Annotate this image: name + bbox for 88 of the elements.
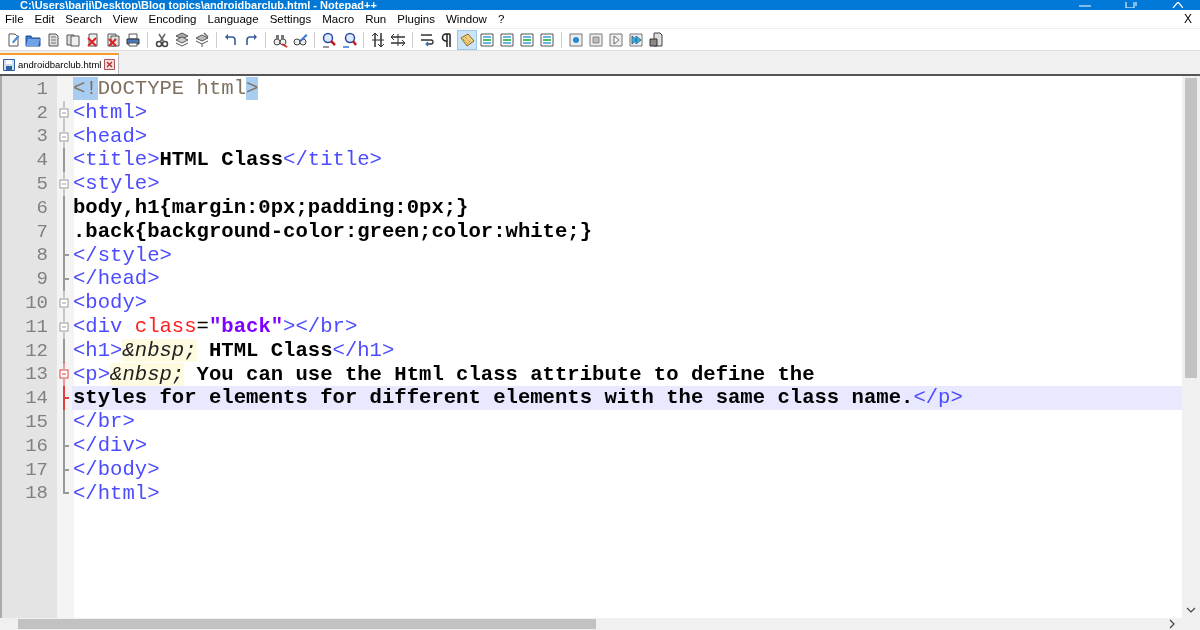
line-number: 15 xyxy=(24,411,49,434)
code-line: </div> xyxy=(72,433,149,458)
line-number: 11 xyxy=(24,315,49,338)
code-line: <html> xyxy=(72,100,149,125)
code-line: <head> xyxy=(72,124,149,149)
documents-icon xyxy=(65,31,81,48)
line-number: 2 xyxy=(35,101,49,124)
line-number: 8 xyxy=(35,244,49,267)
toolbar-button[interactable] xyxy=(646,29,666,50)
menu-item[interactable]: Encoding xyxy=(148,13,197,25)
line-number: 9 xyxy=(35,268,49,291)
indent-guide-icon xyxy=(459,31,475,48)
close-document-button[interactable]: X xyxy=(1184,12,1192,26)
play-icon xyxy=(608,31,624,48)
code-line: <p>&nbsp; You can use the Html class attribute to define the xyxy=(72,362,816,387)
code-line: </head> xyxy=(72,267,161,292)
code-line: <h1>&nbsp; HTML Class</h1> xyxy=(72,338,396,363)
code-line: <style> xyxy=(72,172,161,196)
macro-disk-icon xyxy=(648,31,664,48)
line-number: 4 xyxy=(35,149,49,172)
scroll-right-icon[interactable] xyxy=(1168,619,1176,629)
menu-item[interactable]: ? xyxy=(497,13,505,25)
new-document-icon xyxy=(5,31,21,48)
panel-icon xyxy=(519,31,535,48)
record-icon xyxy=(568,31,584,48)
binoculars-pencil-icon xyxy=(292,31,308,48)
menu-item[interactable]: Run xyxy=(365,13,387,25)
fold-toggle-icon[interactable] xyxy=(57,314,70,339)
code-line: <div class="back"></br> xyxy=(72,314,359,339)
minimize-icon[interactable] xyxy=(1079,4,1091,8)
line-number: 13 xyxy=(24,363,49,386)
menu-item[interactable]: Plugins xyxy=(397,13,435,25)
menu-item[interactable]: Window xyxy=(446,13,487,25)
code-line: <body> xyxy=(72,291,149,315)
vertical-scrollbar[interactable] xyxy=(1182,76,1200,618)
fold-toggle-icon[interactable] xyxy=(57,362,70,387)
fold-toggle-icon[interactable] xyxy=(57,291,70,316)
menu-item[interactable]: View xyxy=(112,13,138,25)
line-number: 12 xyxy=(24,339,49,362)
line-number: 16 xyxy=(24,434,49,457)
fold-toggle-icon[interactable] xyxy=(57,100,70,125)
line-number: 6 xyxy=(35,196,49,219)
panel-icon xyxy=(539,31,555,48)
panel-icon xyxy=(499,31,515,48)
menu-item[interactable]: Search xyxy=(65,13,102,25)
scrollbar-thumb[interactable] xyxy=(18,619,596,629)
fold-toggle-icon[interactable] xyxy=(57,172,70,197)
line-number: 1 xyxy=(35,77,49,100)
zoom-in-icon xyxy=(321,31,337,48)
code-line: .back{background-color:green;color:white;} xyxy=(72,219,594,244)
code-line: </html> xyxy=(72,481,161,506)
menu-item[interactable]: Edit xyxy=(34,13,55,25)
code-line: </body> xyxy=(72,457,161,482)
fold-toggle-icon[interactable] xyxy=(57,124,70,149)
line-number: 17 xyxy=(24,458,49,481)
horizontal-arrows-icon xyxy=(390,31,406,48)
line-number: 3 xyxy=(35,125,49,148)
menu-item[interactable]: Language xyxy=(207,13,259,25)
close-documents-icon xyxy=(105,31,121,48)
line-number: 10 xyxy=(24,292,49,315)
code-line: </style> xyxy=(72,243,173,268)
printer-icon xyxy=(125,31,141,48)
vertical-arrows-icon xyxy=(370,31,386,48)
panel-icon xyxy=(479,31,495,48)
scrollbar-thumb[interactable] xyxy=(1185,78,1197,378)
line-number: 5 xyxy=(35,173,49,196)
close-document-icon xyxy=(85,31,101,48)
restore-icon[interactable] xyxy=(1125,2,1137,8)
line-number: 7 xyxy=(35,220,49,243)
stop-icon xyxy=(588,31,604,48)
menu-item[interactable]: File xyxy=(5,13,24,25)
scroll-down-icon[interactable] xyxy=(1186,606,1196,614)
menu-item[interactable]: Settings xyxy=(269,13,312,25)
line-number: 14 xyxy=(24,387,49,410)
file-tab[interactable]: androidbarclub.html xyxy=(0,53,120,74)
zoom-out-icon xyxy=(341,31,357,48)
play-multiple-icon xyxy=(628,31,644,48)
scissors-icon xyxy=(154,31,170,48)
menu-item[interactable]: Macro xyxy=(322,13,355,25)
code-line: <title>HTML Class</title> xyxy=(72,148,383,173)
document-icon xyxy=(45,31,61,48)
code-line: body,h1{margin:0px;padding:0px;} xyxy=(72,196,470,220)
code-line: <!DOCTYPE html> xyxy=(72,77,260,101)
line-number: 18 xyxy=(24,482,49,505)
horizontal-scrollbar[interactable] xyxy=(0,618,1200,630)
wrap-icon xyxy=(419,31,435,48)
redo-icon xyxy=(243,31,259,48)
code-line: </br> xyxy=(72,410,136,434)
